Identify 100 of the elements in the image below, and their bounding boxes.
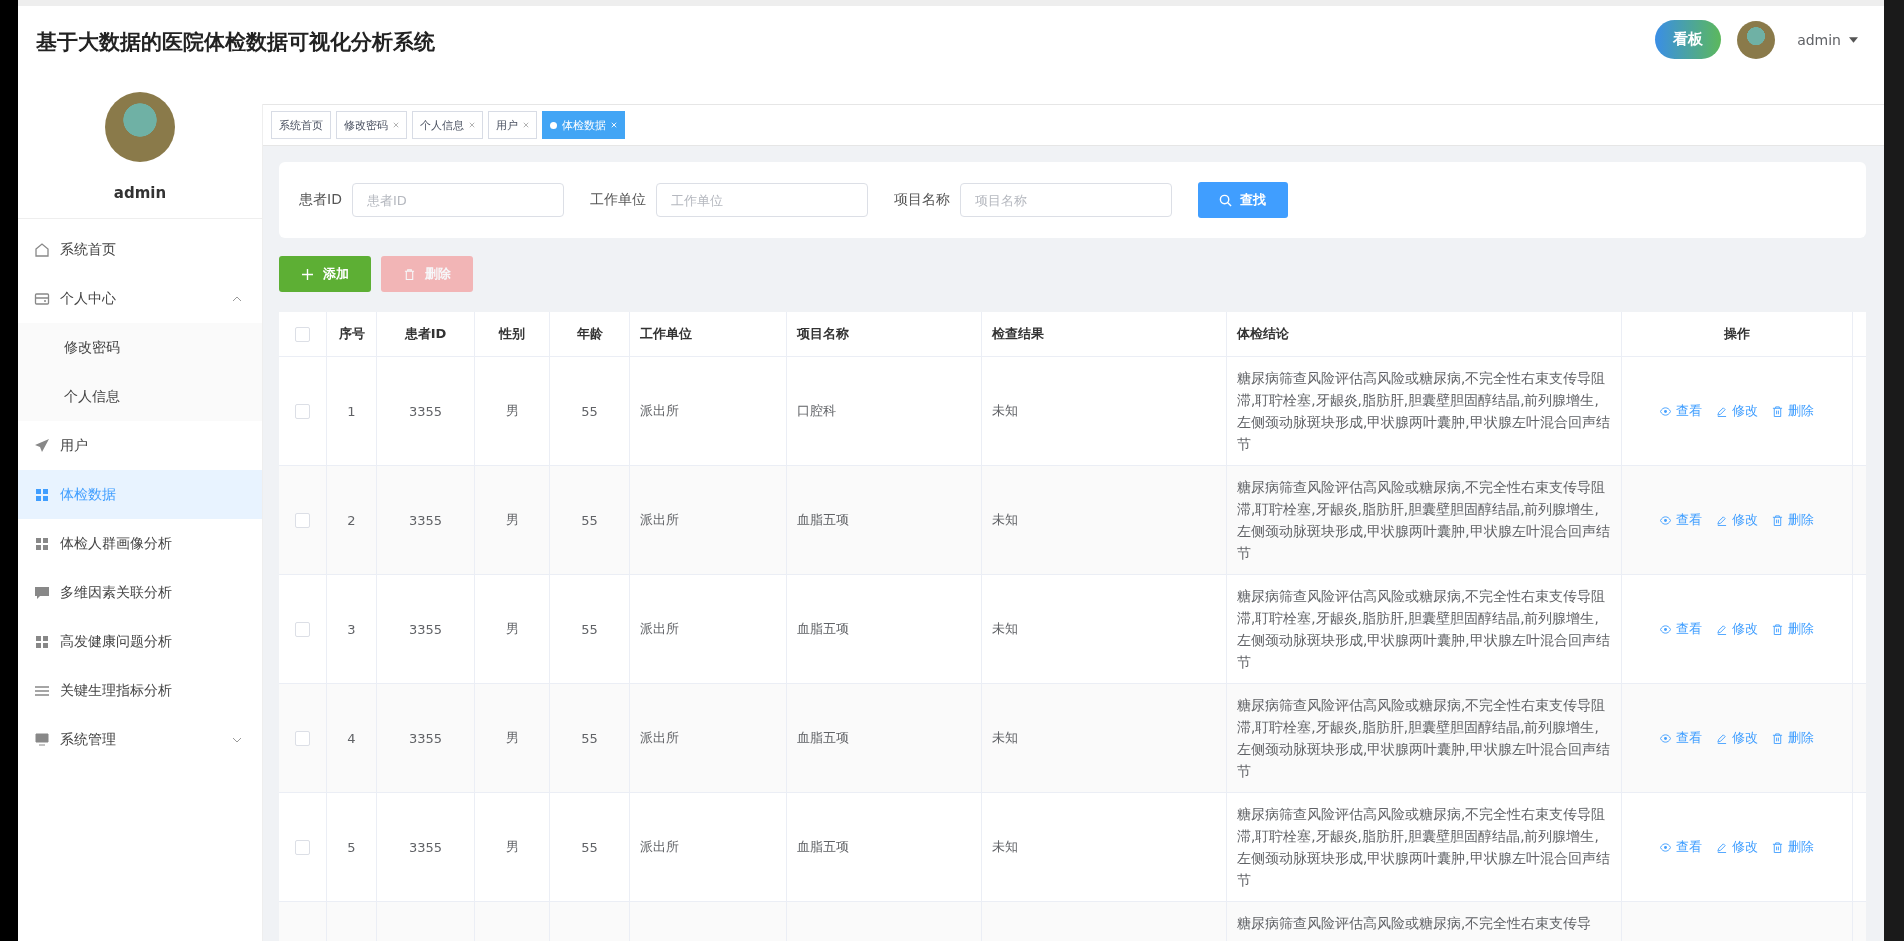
trash-icon <box>1772 841 1783 853</box>
row-action-link[interactable]: 删除 <box>1772 838 1814 856</box>
row-action-link[interactable]: 查看 <box>1660 620 1702 638</box>
pencil-icon <box>1716 732 1727 744</box>
search-button[interactable]: 查找 <box>1197 182 1288 218</box>
column-header: 序号 <box>338 325 365 343</box>
column-header: 年龄 <box>576 325 603 343</box>
table-cell: 3355 <box>408 403 443 419</box>
table-cell: 55 <box>581 839 598 855</box>
row-action-link[interactable]: 查看 <box>1660 729 1702 747</box>
tab[interactable]: 用户 <box>488 111 537 139</box>
row-action-link[interactable]: 修改 <box>1716 620 1758 638</box>
table-cell-text: 糖尿病筛查风险评估高风险或糖尿病,不完全性右束支传导阻滞,耵聍栓塞,牙龈炎,脂肪肝,胆囊壁胆固醇结晶,前列腺增生,左侧颈动脉斑块形成,甲状腺两叶囊肿,甲状腺左叶混合回声结节 <box>1237 805 1611 890</box>
row-action-link[interactable]: 删除 <box>1772 402 1814 420</box>
table-cell: 男 <box>505 511 519 529</box>
table-cell: 3355 <box>408 839 443 855</box>
menu-label: 个人中心 <box>60 289 117 308</box>
row-action-link[interactable]: 查看 <box>1660 838 1702 856</box>
dashboard-button[interactable]: 看板 <box>1655 20 1722 59</box>
search-field[interactable]: 工作单位 <box>655 183 868 217</box>
eye-icon <box>1660 732 1671 744</box>
search-field[interactable]: 患者ID <box>351 183 564 217</box>
tab-label: 系统首页 <box>279 117 323 133</box>
checkbox[interactable] <box>295 730 310 746</box>
menu-label: 用户 <box>60 436 89 455</box>
trash-icon <box>1772 732 1783 744</box>
row-action-link[interactable]: 查看 <box>1660 402 1702 420</box>
menu-item[interactable]: 体检数据 <box>18 470 262 519</box>
row-action-link[interactable]: 删除 <box>1772 620 1814 638</box>
menu-item[interactable]: 系统管理 <box>18 715 262 764</box>
tab[interactable]: 个人信息 <box>412 111 483 139</box>
eye-icon <box>1660 514 1671 526</box>
close-icon[interactable] <box>523 122 529 128</box>
row-action-link[interactable]: 修改 <box>1716 511 1758 529</box>
row-action-link[interactable]: 修改 <box>1716 838 1758 856</box>
menu-item[interactable]: 体检人群画像分析 <box>18 519 262 568</box>
close-icon[interactable] <box>469 122 475 128</box>
checkbox[interactable] <box>295 326 310 342</box>
tab[interactable]: 系统首页 <box>271 111 331 139</box>
menu-label: 多维因素关联分析 <box>60 583 173 602</box>
caret-icon <box>1849 36 1858 43</box>
table-cell: 派出所 <box>640 620 679 638</box>
table-cell-text: 糖尿病筛查风险评估高风险或糖尿病,不完全性右束支传导 <box>1237 914 1592 933</box>
checkbox[interactable] <box>295 621 310 637</box>
table-cell: 2 <box>347 512 356 528</box>
table-cell: 男 <box>505 729 519 747</box>
menu-label: 关键生理指标分析 <box>60 681 173 700</box>
trash-icon <box>1772 623 1783 635</box>
submenu-item[interactable]: 个人信息 <box>18 372 262 421</box>
app-title: 基于大数据的医院体检数据可视化分析系统 <box>36 29 435 56</box>
column-header: 操作 <box>1724 325 1750 343</box>
menu-item[interactable]: 多维因素关联分析 <box>18 568 262 617</box>
table-cell: 未知 <box>992 402 1018 420</box>
monitor-icon <box>34 731 50 748</box>
add-button[interactable]: 添加 <box>279 256 371 292</box>
row-action-link[interactable]: 删除 <box>1772 729 1814 747</box>
menu-item[interactable]: 系统首页 <box>18 225 262 274</box>
eye-icon <box>1660 841 1671 853</box>
close-icon[interactable] <box>393 122 399 128</box>
menu-item[interactable]: 高发健康问题分析 <box>18 617 262 666</box>
chat-icon <box>34 584 50 601</box>
row-action-link[interactable]: 修改 <box>1716 402 1758 420</box>
user-name: admin <box>113 184 167 202</box>
submenu-item[interactable]: 修改密码 <box>18 323 262 372</box>
tab-label: 用户 <box>496 117 518 133</box>
column-header: 工作单位 <box>640 325 692 343</box>
tab[interactable]: 体检数据 <box>542 111 625 139</box>
checkbox[interactable] <box>295 403 310 419</box>
checkbox[interactable] <box>295 512 310 528</box>
table-cell-text: 糖尿病筛查风险评估高风险或糖尿病,不完全性右束支传导阻滞,耵聍栓塞,牙龈炎,脂肪肝,胆囊壁胆固醇结晶,前列腺增生,左侧颈动脉斑块形成,甲状腺两叶囊肿,甲状腺左叶混合回声结节 <box>1237 696 1611 781</box>
user-menu[interactable]: admin <box>1791 30 1864 49</box>
menu-label: 体检人群画像分析 <box>60 534 173 553</box>
tab[interactable]: 修改密码 <box>336 111 407 139</box>
table-cell: 血脂五项 <box>797 729 849 747</box>
pencil-icon <box>1716 623 1727 635</box>
menu-item[interactable]: 关键生理指标分析 <box>18 666 262 715</box>
menu-label: 高发健康问题分析 <box>60 632 173 651</box>
row-action-link[interactable]: 查看 <box>1660 511 1702 529</box>
field-label: 患者ID <box>299 191 342 209</box>
table-cell-text: 糖尿病筛查风险评估高风险或糖尿病,不完全性右束支传导阻滞,耵聍栓塞,牙龈炎,脂肪肝,胆囊壁胆固醇结晶,前列腺增生,左侧颈动脉斑块形成,甲状腺两叶囊肿,甲状腺左叶混合回声结节 <box>1237 478 1611 563</box>
table-cell: 派出所 <box>640 402 679 420</box>
row-action-link[interactable]: 删除 <box>1772 511 1814 529</box>
column-header: 性别 <box>499 325 525 343</box>
table-cell: 男 <box>505 620 519 638</box>
pencil-icon <box>1716 405 1727 417</box>
menu-item[interactable]: 个人中心 <box>18 274 262 323</box>
row-action-link[interactable]: 修改 <box>1716 729 1758 747</box>
user-avatar <box>1737 20 1776 59</box>
eye-icon <box>1660 623 1671 635</box>
grid-icon <box>34 486 50 503</box>
menu-item[interactable]: 用户 <box>18 421 262 470</box>
table-cell: 未知 <box>992 511 1018 529</box>
table-cell: 5 <box>347 839 356 855</box>
search-field[interactable]: 项目名称 <box>959 183 1172 217</box>
table-cell: 未知 <box>992 620 1018 638</box>
table-cell: 血脂五项 <box>797 838 849 856</box>
table-cell: 55 <box>581 403 598 419</box>
checkbox[interactable] <box>295 839 310 855</box>
table-cell: 1 <box>347 403 356 419</box>
table-cell: 男 <box>505 838 519 856</box>
